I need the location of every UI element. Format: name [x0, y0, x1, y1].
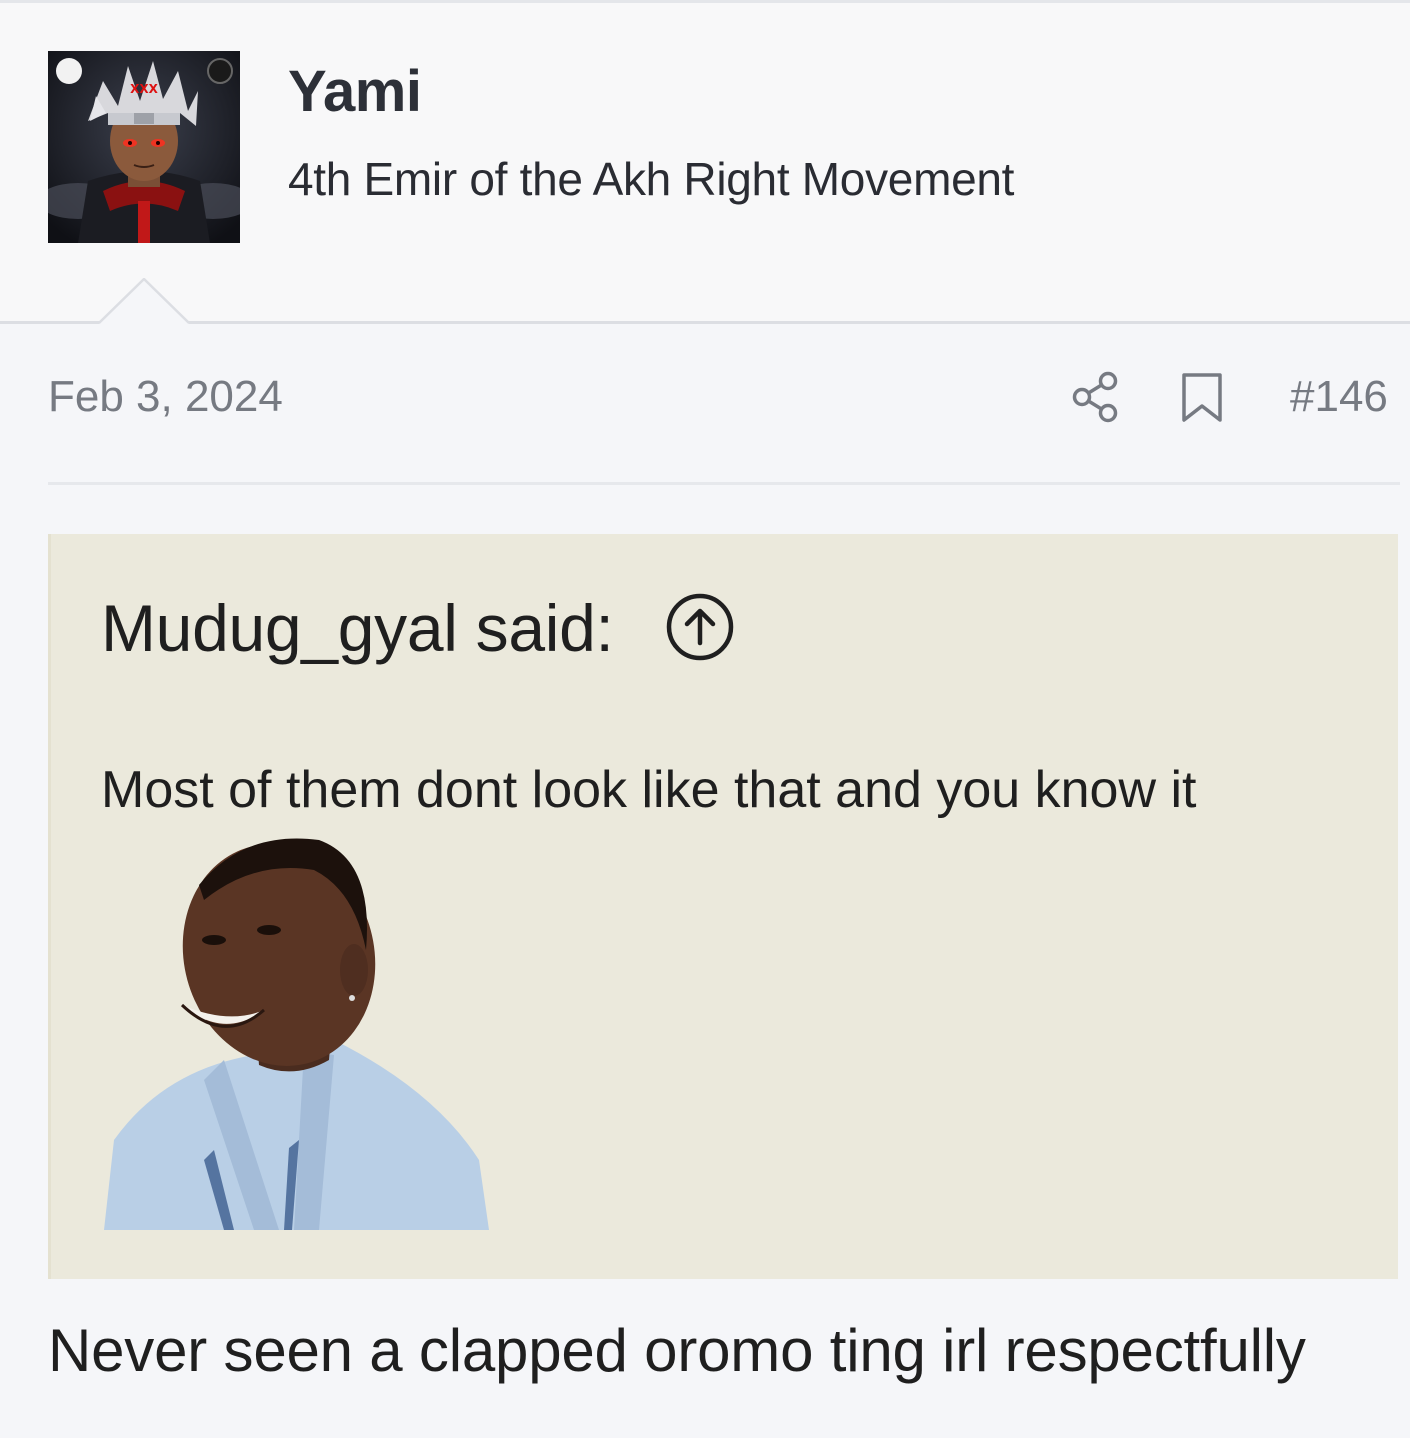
header-pointer-notch — [99, 278, 189, 324]
user-avatar[interactable]: XXX — [48, 51, 240, 243]
svg-text:XXX: XXX — [130, 82, 159, 96]
post-date[interactable]: Feb 3, 2024 — [48, 372, 283, 422]
meta-divider — [48, 482, 1400, 485]
share-icon[interactable] — [1070, 370, 1122, 424]
bookmark-icon[interactable] — [1180, 372, 1224, 424]
quote-text: Most of them dont look like that and you… — [101, 761, 1197, 819]
post-number[interactable]: #146 — [1290, 372, 1388, 422]
header-divider — [0, 321, 1410, 324]
quote-reaction-image[interactable] — [104, 830, 494, 1230]
arrow-up-circle-icon[interactable] — [665, 592, 735, 662]
username[interactable]: Yami — [288, 58, 422, 125]
quote-author[interactable]: Mudug_gyal said: — [101, 590, 614, 666]
post-body-text: Never seen a clapped oromo ting irl resp… — [48, 1317, 1306, 1384]
user-title: 4th Emir of the Akh Right Movement — [288, 153, 1015, 205]
